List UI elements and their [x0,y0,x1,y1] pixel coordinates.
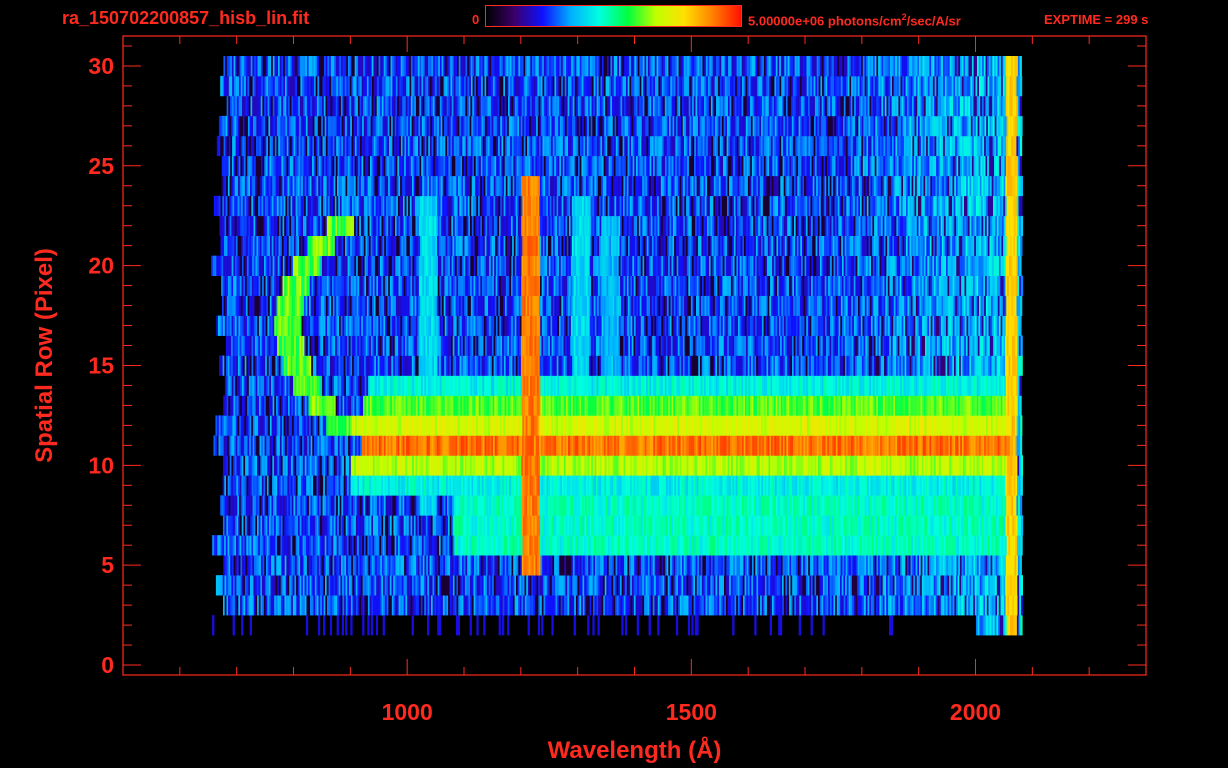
heatmap-cell [411,615,414,636]
spectrum-heatmap-plot: 1000 1500 2000 051015202530 Wavelength (Å)… [31,35,1147,764]
heatmap-cell [657,615,660,636]
heatmap-cell [502,615,505,636]
heatmap-cell [350,615,353,636]
heatmap-cell [1020,515,1024,536]
heatmap-cell [687,615,691,636]
heatmap-cell [1020,535,1023,556]
heatmap-cell [507,615,510,636]
heatmap-cell [573,615,576,636]
heatmap-cell [483,615,486,636]
heatmap-cell [1019,555,1022,576]
heatmap-cell [241,615,244,636]
heatmap-cell [675,615,679,636]
heatmap-cell [1020,615,1023,636]
heatmap-cells [211,56,1024,636]
heatmap-cell [498,615,501,636]
heatmap-cell [1020,575,1023,596]
heatmap-cell [457,615,460,636]
heatmap-cell [691,615,694,636]
heatmap-cell [696,615,699,636]
heatmap-cell [370,615,373,636]
heatmap-cell [597,615,600,636]
heatmap-cell [810,615,813,636]
heatmap-cell [1019,495,1023,516]
heatmap-cell [587,615,590,636]
heatmap-cell [469,615,472,636]
heatmap-cell [822,615,825,636]
heatmap-cell [798,615,801,636]
heatmap-cell [382,615,385,636]
heatmap-cell [769,615,772,636]
heatmap-cell [305,615,309,636]
heatmap-cell [375,615,379,636]
heatmap-cell [232,615,235,636]
heatmap-cell [732,615,735,636]
heatmap-cell [476,615,479,636]
heatmap-cell [551,615,554,636]
heatmap-cell [249,615,252,636]
heatmap-cell [362,615,365,636]
heatmap-cell [212,615,215,636]
heatmap-cell [890,615,893,636]
heatmap-cell [329,615,333,636]
heatmap-cell [1020,455,1024,476]
heatmap-cell [1020,595,1024,616]
heatmap-cell [323,615,326,636]
heatmap-cell [754,615,757,636]
heatmap-cell [779,615,783,636]
heatmap-cell [1020,475,1023,496]
heatmap-cell [367,615,370,636]
heatmap-cell [636,615,639,636]
heatmap-cell [427,615,430,636]
spectrum-image-viewer: ra_150702200857_hisb_lin.fit 0 5.00000e+… [0,0,1228,768]
heatmap-cell [1020,415,1023,436]
heatmap-cell [527,615,530,636]
heatmap-cell [341,615,344,636]
heatmap-cell [648,615,651,636]
heatmap-cell [345,615,348,636]
heatmap-cell [541,615,544,636]
heatmap-cell [1019,435,1023,456]
heatmap-cell [537,615,541,636]
heatmap-cell [317,615,321,636]
heatmap-cell [336,615,339,636]
heatmap-cell [621,615,624,636]
heatmap-cell [438,615,442,636]
heatmap-cell [592,615,595,636]
heatmap-cell [624,615,628,636]
